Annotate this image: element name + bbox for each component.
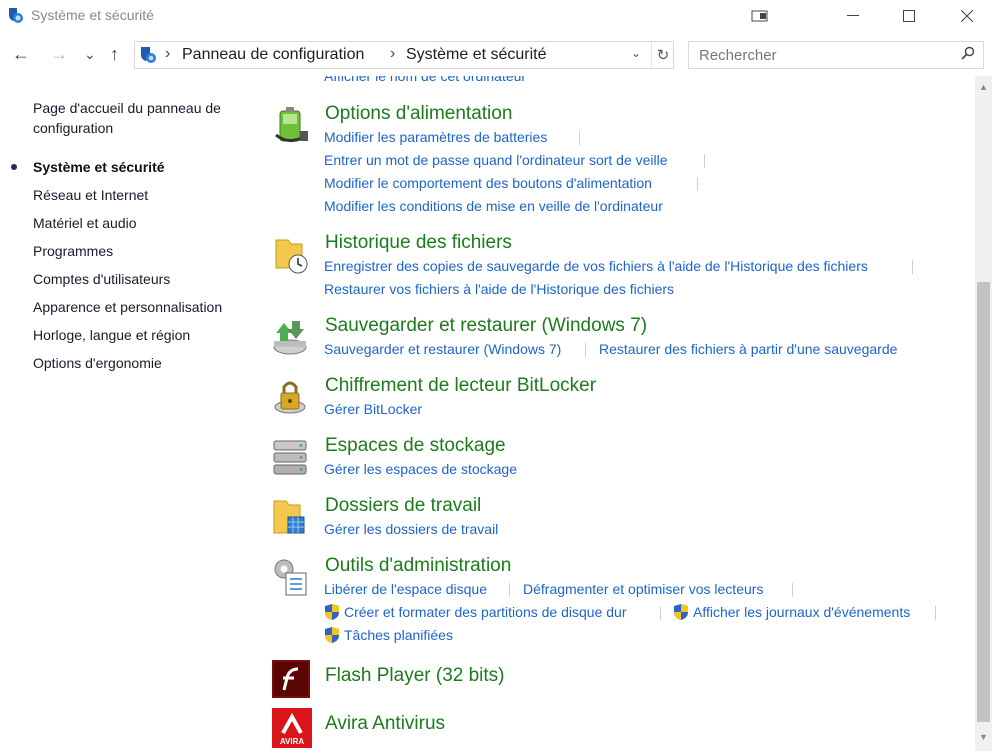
category-title[interactable]: Flash Player (32 bits) <box>325 665 505 687</box>
scroll-thumb[interactable] <box>977 282 990 722</box>
sidebar-item-accounts[interactable]: Comptes d'utilisateurs <box>33 269 243 289</box>
search-input[interactable] <box>699 45 949 65</box>
uac-shield-icon <box>325 627 339 643</box>
link-manage-work-folders[interactable]: Gérer les dossiers de travail <box>324 521 498 537</box>
backup-drive-icon <box>273 321 307 355</box>
breadcrumb-separator: › <box>165 45 171 62</box>
link-backup-copies[interactable]: Enregistrer des copies de sauvegarde de … <box>324 258 868 274</box>
link-disk-partitions[interactable]: Créer et formater des partitions de disq… <box>344 604 626 620</box>
scroll-up-icon[interactable]: ▲ <box>979 82 988 92</box>
forward-button[interactable]: → <box>50 44 68 65</box>
category-file-history: Historique des fichiers Enregistrer des … <box>262 232 962 302</box>
link-manage-bitlocker[interactable]: Gérer BitLocker <box>324 401 422 417</box>
category-avira: AVIRA Avira Antivirus <box>262 708 962 751</box>
admin-tools-icon <box>274 559 307 596</box>
category-title[interactable]: Espaces de stockage <box>325 435 506 457</box>
search-icon[interactable] <box>961 46 975 60</box>
up-button[interactable]: ↑ <box>110 44 119 65</box>
category-flash-player: Flash Player (32 bits) <box>262 660 962 705</box>
refresh-icon[interactable]: ↻ <box>651 42 674 68</box>
sidebar-item-appearance[interactable]: Apparence et personnalisation <box>33 297 243 317</box>
breadcrumb-separator: › <box>390 45 396 62</box>
link-divider <box>660 606 661 620</box>
link-manage-storage[interactable]: Gérer les espaces de stockage <box>324 461 517 477</box>
link-power-buttons[interactable]: Modifier le comportement des boutons d'a… <box>324 175 652 191</box>
category-title[interactable]: Dossiers de travail <box>325 495 481 517</box>
uac-shield-icon <box>674 604 688 620</box>
link-restore-files[interactable]: Restaurer vos fichiers à l'aide de l'His… <box>324 281 674 297</box>
snap-icon[interactable] <box>738 0 784 32</box>
category-power-options: Options d'alimentation Modifier les para… <box>262 103 962 223</box>
sidebar-item-programs[interactable]: Programmes <box>33 241 243 261</box>
link-divider <box>509 583 510 597</box>
link-divider <box>935 606 936 620</box>
link-divider <box>912 260 913 274</box>
title-bar: Système et sécurité <box>0 0 992 32</box>
sidebar-item-system-security[interactable]: Système et sécurité <box>33 157 243 177</box>
link-wake-password[interactable]: Entrer un mot de passe quand l'ordinateu… <box>324 152 668 168</box>
link-divider <box>704 154 705 168</box>
link-defragment[interactable]: Défragmenter et optimiser vos lecteurs <box>523 581 763 597</box>
scroll-down-icon[interactable]: ▼ <box>979 732 988 742</box>
category-title[interactable]: Chiffrement de lecteur BitLocker <box>325 375 596 397</box>
work-folders-icon <box>273 500 305 534</box>
link-scheduled-tasks[interactable]: Tâches planifiées <box>344 627 453 643</box>
avira-logo-text: AVIRA <box>280 737 305 746</box>
partial-link[interactable]: Afficher le nom de cet ordinateur <box>324 76 526 84</box>
sidebar-item-clock[interactable]: Horloge, langue et région <box>33 325 243 345</box>
category-title[interactable]: Historique des fichiers <box>325 232 512 254</box>
link-sleep-conditions[interactable]: Modifier les conditions de mise en veill… <box>324 198 663 214</box>
category-title[interactable]: Options d'alimentation <box>325 103 512 125</box>
category-work-folders: Dossiers de travail Gérer les dossiers d… <box>262 495 962 545</box>
category-admin-tools: Outils d'administration Libérer de l'esp… <box>262 555 962 650</box>
address-bar[interactable]: › Panneau de configuration › Système et … <box>134 41 674 69</box>
breadcrumb-control-panel[interactable]: Panneau de configuration <box>182 46 364 64</box>
link-divider <box>585 343 586 357</box>
link-restore-from-backup[interactable]: Restaurer des fichiers à partir d'une sa… <box>599 341 897 357</box>
category-title[interactable]: Sauvegarder et restaurer (Windows 7) <box>325 315 647 337</box>
bitlocker-lock-icon <box>274 381 306 414</box>
sidebar-item-hardware[interactable]: Matériel et audio <box>33 213 243 233</box>
flash-player-icon <box>272 660 310 698</box>
recent-locations-button[interactable]: ⌄ <box>84 46 96 63</box>
link-backup-restore[interactable]: Sauvegarder et restaurer (Windows 7) <box>324 341 561 357</box>
back-button[interactable]: ← <box>12 44 30 65</box>
link-divider <box>579 131 580 145</box>
link-divider <box>792 583 793 597</box>
maximize-button[interactable] <box>886 0 932 32</box>
category-title[interactable]: Avira Antivirus <box>325 713 445 735</box>
security-shield-icon <box>9 8 23 23</box>
sidebar-item-ease-of-access[interactable]: Options d'ergonomie <box>33 353 243 373</box>
folder-clock-icon <box>275 239 308 274</box>
link-divider <box>697 177 698 191</box>
category-backup-restore: Sauvegarder et restaurer (Windows 7) Sau… <box>262 315 962 365</box>
vertical-scrollbar[interactable]: ▲ ▼ <box>975 76 992 751</box>
category-bitlocker: Chiffrement de lecteur BitLocker Gérer B… <box>262 375 962 425</box>
category-storage-spaces: Espaces de stockage Gérer les espaces de… <box>262 435 962 485</box>
sidebar-item-network[interactable]: Réseau et Internet <box>33 185 243 205</box>
navigation-bar: ← → ⌄ ↑ › Panneau de configuration › Sys… <box>0 36 992 76</box>
link-battery-settings[interactable]: Modifier les paramètres de batteries <box>324 129 547 145</box>
breadcrumb-system-security[interactable]: Système et sécurité <box>406 46 547 64</box>
sidebar-item-home[interactable]: Page d'accueil du panneau de configurati… <box>33 98 243 138</box>
storage-spaces-icon <box>273 440 307 475</box>
link-disk-cleanup[interactable]: Libérer de l'espace disque <box>324 581 487 597</box>
search-box[interactable] <box>688 41 984 69</box>
uac-shield-icon <box>325 604 339 620</box>
minimize-button[interactable] <box>830 0 876 32</box>
category-title[interactable]: Outils d'administration <box>325 555 511 577</box>
link-event-logs[interactable]: Afficher les journaux d'événements <box>693 604 910 620</box>
current-page-bullet <box>11 164 17 170</box>
chevron-down-icon[interactable]: ⌄ <box>631 46 641 60</box>
window-title: Système et sécurité <box>31 7 154 23</box>
control-panel-icon <box>141 47 156 63</box>
avira-icon: AVIRA <box>272 708 312 748</box>
close-button[interactable] <box>944 0 990 32</box>
main-content: Afficher le nom de cet ordinateur Option… <box>262 76 972 751</box>
battery-plug-icon <box>275 107 308 142</box>
